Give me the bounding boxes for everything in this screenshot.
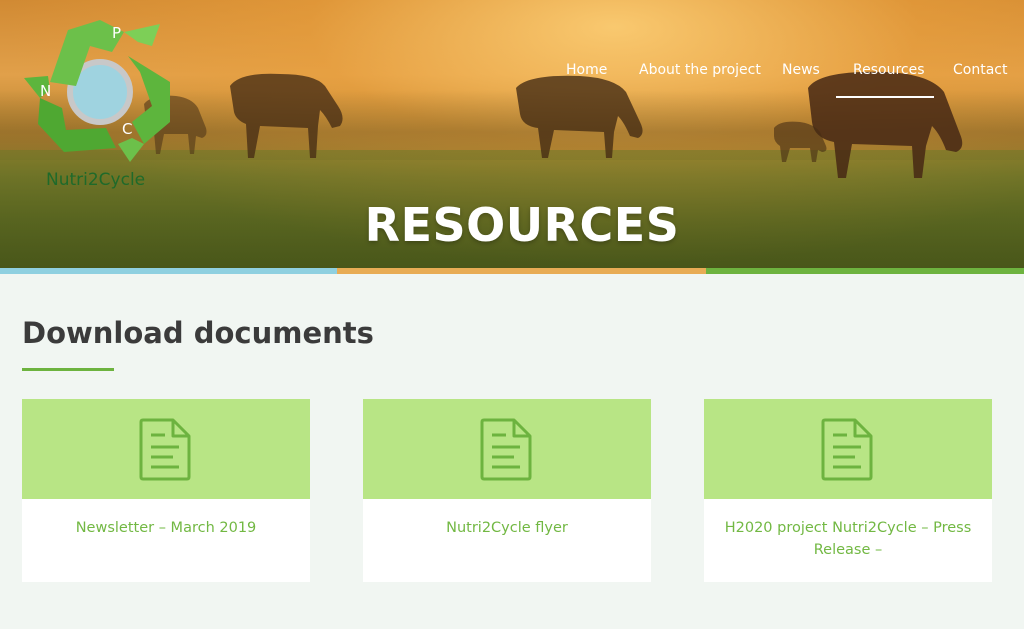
- color-stripe: [0, 268, 1024, 274]
- stripe-orange: [337, 268, 706, 274]
- card-label: H2020 project Nutri2Cycle – Press Releas…: [724, 520, 972, 558]
- logo-letter-n: N: [40, 82, 51, 100]
- nutri2cycle-logo[interactable]: P N C: [20, 12, 180, 192]
- section-title: Download documents: [22, 316, 374, 350]
- document-icon: [480, 418, 532, 481]
- section-title-underline: [22, 368, 114, 371]
- stripe-blue: [0, 268, 337, 274]
- cow-silhouette: [774, 121, 827, 162]
- document-icon: [139, 418, 191, 481]
- document-card-press-release[interactable]: H2020 project Nutri2Cycle – Press Releas…: [704, 399, 992, 582]
- recycle-logo-icon: P N C: [24, 20, 170, 162]
- nav-item-home[interactable]: Home: [566, 62, 607, 78]
- nav-item-resources[interactable]: Resources: [853, 62, 925, 78]
- nav-item-about[interactable]: About the project: [639, 62, 761, 78]
- main-nav: Home About the project News Resources Co…: [0, 62, 1024, 82]
- nav-item-news[interactable]: News: [782, 62, 820, 78]
- nav-item-contact[interactable]: Contact: [953, 62, 1007, 78]
- document-icon: [821, 418, 873, 481]
- page-title: RESOURCES: [364, 198, 680, 252]
- stripe-green: [706, 268, 1024, 274]
- document-card-newsletter[interactable]: Newsletter – March 2019: [22, 399, 310, 582]
- card-icon-area: [22, 399, 310, 499]
- active-nav-indicator: [836, 96, 934, 98]
- logo-letter-p: P: [112, 24, 121, 42]
- card-label: Nutri2Cycle flyer: [446, 520, 568, 536]
- logo-letter-c: C: [122, 120, 132, 138]
- card-icon-area: [363, 399, 651, 499]
- card-icon-area: [704, 399, 992, 499]
- logo-text: Nutri2Cycle: [46, 170, 146, 190]
- card-label: Newsletter – March 2019: [75, 520, 257, 536]
- cow-silhouette: [516, 75, 643, 158]
- document-card-flyer[interactable]: Nutri2Cycle flyer: [363, 399, 651, 582]
